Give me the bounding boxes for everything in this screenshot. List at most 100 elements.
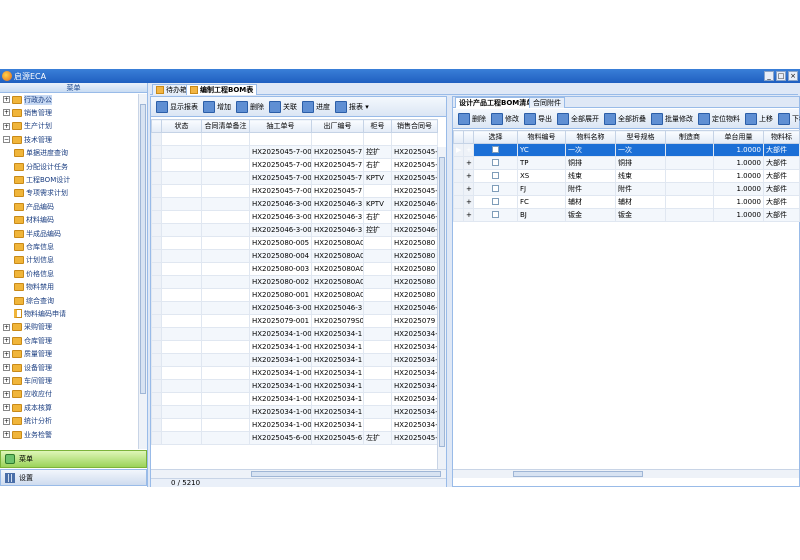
right-toolbar-button[interactable]: 定位物料 xyxy=(698,112,740,125)
table-row[interactable]: HX2025034-1-002 HX2025034-1... HX2025034-1 xyxy=(151,405,438,419)
sidebar-item[interactable]: 计划信息 xyxy=(14,255,54,266)
bom-row[interactable]: ▶ + YC 一次 一次 1.0000 大部件 xyxy=(453,143,800,157)
expand-toggle-icon[interactable]: + xyxy=(3,96,10,103)
filter-cell[interactable] xyxy=(249,132,312,146)
filter-cell[interactable] xyxy=(151,132,162,146)
column-header[interactable]: 物料编号 xyxy=(517,130,566,144)
expand-toggle-icon[interactable]: + xyxy=(463,156,474,170)
sidebar-item[interactable]: 单据进度查询 xyxy=(14,148,68,159)
maximize-button[interactable]: □ xyxy=(776,71,786,81)
table-row[interactable]: HX2025045-7-001 HX2025045-7... HX2025045-7 xyxy=(151,184,438,198)
table-row[interactable]: HX2025045-7-001...HX2025045-7...KPTVHX20… xyxy=(151,171,438,185)
expand-toggle-icon[interactable]: + xyxy=(3,109,10,117)
row-checkbox[interactable] xyxy=(492,158,499,166)
right-toolbar-button[interactable]: 全部折叠 xyxy=(604,112,646,125)
expand-toggle-icon[interactable]: + xyxy=(463,169,474,183)
tab-bom-list[interactable]: 设计产品工程BOM清单 xyxy=(455,97,538,108)
bom-row[interactable]: + FJ 附件 附件 1.0000 大部件 xyxy=(453,182,800,196)
sidebar-item[interactable]: + 车间管理 xyxy=(3,375,52,386)
sidebar-item[interactable]: + 仓库管理 xyxy=(3,335,52,346)
sidebar-item[interactable]: + 行政办公 xyxy=(3,94,52,105)
row-checkbox[interactable] xyxy=(492,145,499,153)
right-horizontal-scrollbar[interactable] xyxy=(453,469,799,478)
left-toolbar-button[interactable]: 关联 xyxy=(269,100,297,113)
column-header[interactable]: 柜号 xyxy=(363,119,392,133)
right-toolbar-button[interactable]: 批量修改 xyxy=(651,112,693,125)
expand-toggle-icon[interactable]: + xyxy=(3,431,10,438)
column-header[interactable]: 状态 xyxy=(161,119,202,133)
bom-row[interactable]: + TP 铜排 铜排 1.0000 大部件 xyxy=(453,156,800,170)
sidebar-item[interactable]: + 质量管理 xyxy=(3,349,52,360)
column-header[interactable]: 型号规格 xyxy=(615,130,666,144)
sidebar-scrollbar[interactable] xyxy=(138,94,147,449)
expand-toggle-icon[interactable]: + xyxy=(3,377,10,385)
filter-cell[interactable] xyxy=(311,132,364,146)
sidebar-item[interactable]: 物料编码申请 xyxy=(14,308,66,319)
left-toolbar-button[interactable]: 删除 xyxy=(236,100,264,113)
sidebar-item[interactable]: 综合查询 xyxy=(14,295,54,306)
minimize-button[interactable]: _ xyxy=(764,71,774,81)
sidebar-item[interactable]: − 技术管理 xyxy=(3,134,52,145)
select-cell[interactable] xyxy=(473,195,518,209)
sidebar-item[interactable]: 产品编码 xyxy=(14,201,54,212)
table-row[interactable]: HX2025080-005HX2025080A0... HX2025080 xyxy=(151,236,438,250)
column-header[interactable]: 物料标 xyxy=(763,130,800,144)
sidebar-item[interactable]: 仓库信息 xyxy=(14,241,54,252)
table-row[interactable]: HX2025080-002HX2025080A0... HX2025080 xyxy=(151,275,438,289)
accordion-settings[interactable]: 设置 xyxy=(0,469,147,486)
right-toolbar-button[interactable]: 修改 xyxy=(491,112,519,125)
right-toolbar-button[interactable]: 全部展开 xyxy=(557,112,599,125)
filter-cell[interactable] xyxy=(363,132,392,146)
row-checkbox[interactable] xyxy=(492,184,499,192)
table-row[interactable]: HX2025080-003HX2025080A0... HX2025080 xyxy=(151,262,438,276)
sidebar-item[interactable]: + 成本核算 xyxy=(3,402,52,413)
select-cell[interactable] xyxy=(473,143,518,157)
table-row[interactable]: HX2025034-1-003 HX2025034-1... HX2025034-1 xyxy=(151,392,438,406)
expand-toggle-icon[interactable]: + xyxy=(3,350,10,358)
table-row[interactable]: HX2025034-1-004 HX2025034-1... HX2025034-1 xyxy=(151,379,438,393)
expand-toggle-icon[interactable]: + xyxy=(3,390,10,398)
table-row[interactable]: HX2025034-1-007 HX2025034-1... HX2025034-1 xyxy=(151,340,438,354)
left-toolbar-button[interactable]: 进度 xyxy=(302,100,330,113)
select-cell[interactable] xyxy=(473,169,518,183)
table-row[interactable]: HX2025034-1-005 HX2025034-1... HX2025034-1 xyxy=(151,366,438,380)
table-row[interactable]: HX2025045-7-001...HX2025045-7...控扩HX2025… xyxy=(151,145,438,159)
column-header[interactable]: 合同清单备注 xyxy=(201,119,250,133)
filter-cell[interactable] xyxy=(391,132,438,146)
right-toolbar-button[interactable]: 下移 xyxy=(778,112,800,125)
table-row[interactable]: HX2025046-3-001 HX2025046-3... HX2025046-3 xyxy=(151,301,438,315)
right-toolbar-button[interactable]: 删除 xyxy=(458,112,486,125)
row-checkbox[interactable] xyxy=(492,210,499,218)
table-row[interactable]: HX2025079-001HX2025079S0... HX2025079 xyxy=(151,314,438,328)
tab-contract-attachment[interactable]: 合同附件 xyxy=(529,97,565,108)
column-header[interactable]: 销售合同号 xyxy=(391,119,438,133)
expand-toggle-icon[interactable]: + xyxy=(463,182,474,196)
sidebar-item[interactable]: 价格信息 xyxy=(14,268,54,279)
sidebar-item[interactable]: 物料禁用 xyxy=(14,282,54,293)
close-button[interactable]: × xyxy=(788,71,798,81)
left-toolbar-button[interactable]: 报表 ▾ xyxy=(335,100,369,113)
tab-bom-edit[interactable]: 编制工程BOM表 xyxy=(186,84,258,95)
expand-toggle-icon[interactable]: + xyxy=(463,143,474,157)
left-toolbar-button[interactable]: 增加 xyxy=(203,100,231,113)
expand-toggle-icon[interactable]: + xyxy=(3,323,10,331)
expand-toggle-icon[interactable]: + xyxy=(463,195,474,209)
table-row[interactable]: HX2025045-7-001...HX2025045-7...右扩HX2025… xyxy=(151,158,438,172)
sidebar-item[interactable]: 工程BOM设计 xyxy=(14,174,70,185)
column-header[interactable]: 抽工单号 xyxy=(249,119,312,133)
bom-row[interactable]: + FC 辅材 辅材 1.0000 大部件 xyxy=(453,195,800,209)
sidebar-item[interactable]: + 销售管理 xyxy=(3,107,52,118)
sidebar-item[interactable]: + 业务检警 xyxy=(3,429,52,440)
column-header[interactable]: 单台用量 xyxy=(713,130,764,144)
table-row[interactable]: HX2025034-1-001 HX2025034-1... HX2025034-1 xyxy=(151,418,438,432)
sidebar-item[interactable]: + 设备管理 xyxy=(3,362,52,373)
sidebar-item[interactable]: 材料编码 xyxy=(14,215,54,226)
sidebar-item[interactable]: 分配设计任务 xyxy=(14,161,68,172)
sidebar-item[interactable]: 专项需求计划 xyxy=(14,188,68,199)
expand-toggle-icon[interactable]: + xyxy=(3,417,10,425)
expand-toggle-icon[interactable]: + xyxy=(463,208,474,222)
expand-toggle-icon[interactable]: + xyxy=(3,337,10,345)
right-toolbar-button[interactable]: 导出 xyxy=(524,112,552,125)
left-toolbar-button[interactable]: 显示报表 xyxy=(156,100,198,113)
table-row[interactable]: HX2025034-1-008 HX2025034-1... HX2025034-1 xyxy=(151,327,438,341)
